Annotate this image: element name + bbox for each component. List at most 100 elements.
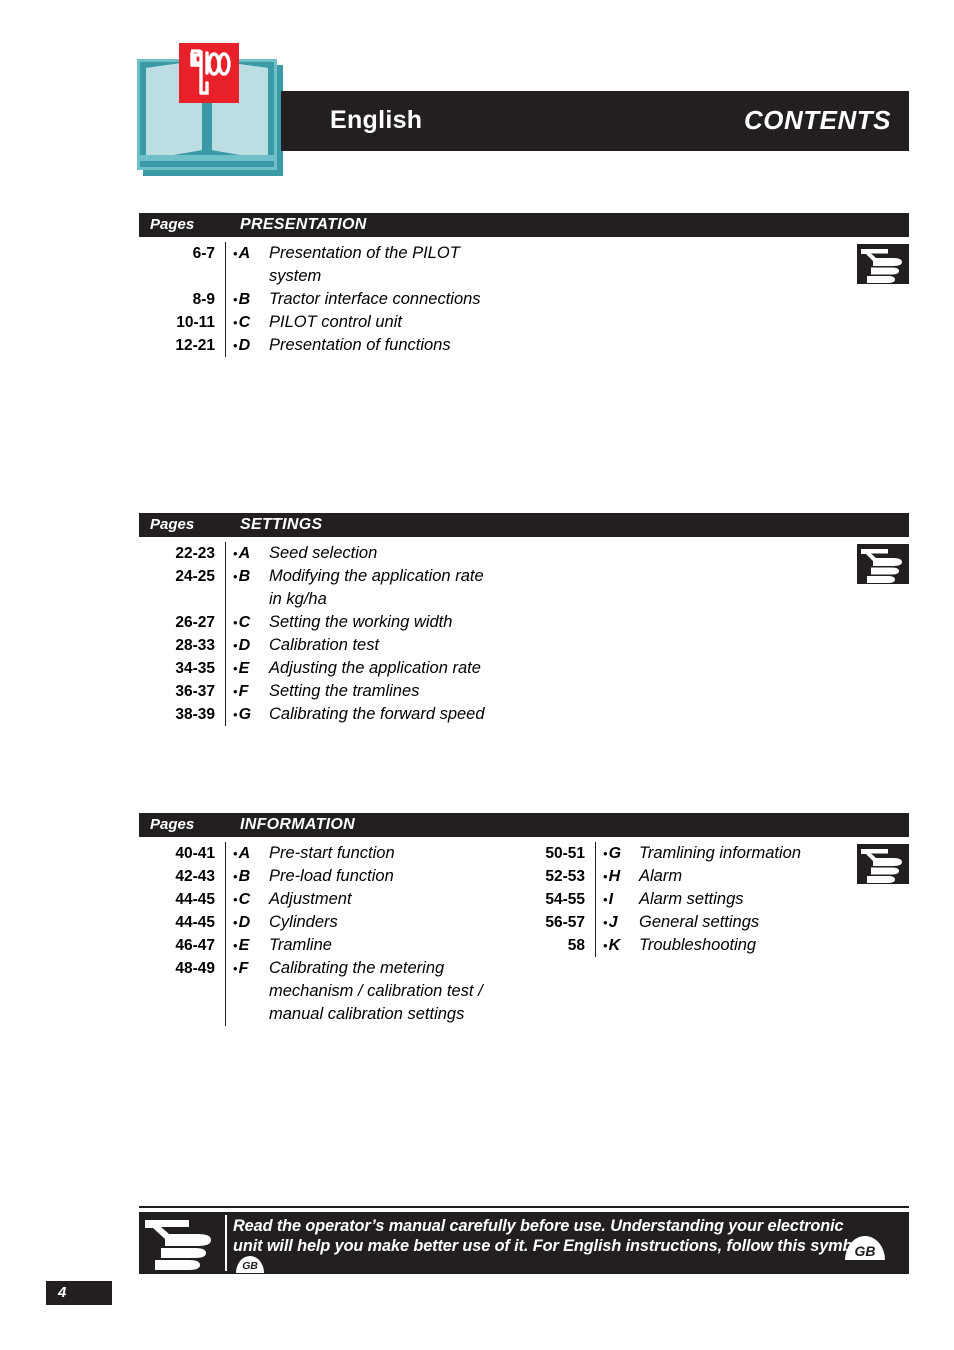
toc-row[interactable]: manual calibration settings <box>139 1003 519 1026</box>
toc-row[interactable]: 44-45 •D Cylinders <box>139 911 519 934</box>
toc-column: 6-7 •A Presentation of the PILOT system 8-9 •… <box>139 242 519 357</box>
toc-entry: •C Setting the working width <box>226 611 519 634</box>
toc-entry: •D Cylinders <box>226 911 519 934</box>
toc-entry: •B Modifying the application rate <box>226 565 519 588</box>
entry-bullet: • <box>233 292 238 307</box>
footer-notice-bar: Read the operator’s manual carefully bef… <box>139 1212 909 1274</box>
toc-columns: 6-7 •A Presentation of the PILOT system 8-9 •… <box>139 242 909 363</box>
toc-row[interactable]: in kg/ha <box>139 588 519 611</box>
entry-bullet: • <box>233 246 238 261</box>
toc-page-range: 6-7 <box>192 245 215 262</box>
toc-page-range: 44-45 <box>175 891 215 908</box>
toc-entry-text: system <box>269 267 322 285</box>
toc-entry-marker: •D <box>233 634 263 657</box>
toc-page-range: 54-55 <box>545 891 585 908</box>
toc-entry-marker: •C <box>233 311 263 334</box>
entry-letter: A <box>238 845 251 862</box>
toc-entry-marker: •H <box>603 865 633 888</box>
toc-page-range: 40-41 <box>175 845 215 862</box>
toc-row[interactable]: 42-43 •B Pre-load function <box>139 865 519 888</box>
toc-entry-marker: •A <box>233 842 263 865</box>
toc-row[interactable]: 54-55 •I Alarm settings <box>509 888 889 911</box>
toc-page-range: 44-45 <box>175 914 215 931</box>
toc-entry-marker: •B <box>233 565 263 588</box>
toc-entry-text: Calibration test <box>269 636 380 654</box>
toc-row[interactable]: 22-23 •A Seed selection <box>139 542 519 565</box>
toc-page-range: 36-37 <box>175 683 215 700</box>
entry-letter: K <box>608 937 621 954</box>
toc-entry-text: manual calibration settings <box>269 1005 465 1023</box>
toc-row[interactable]: 40-41 •A Pre-start function <box>139 842 519 865</box>
toc-row[interactable]: mechanism / calibration test / <box>139 980 519 1003</box>
toc-row[interactable]: 6-7 •A Presentation of the PILOT <box>139 242 519 265</box>
toc-page-range: 34-35 <box>175 660 215 677</box>
toc-entry-marker <box>233 588 263 611</box>
toc-entry: in kg/ha <box>226 588 519 611</box>
toc-entry-text: Tramline <box>269 936 332 954</box>
toc-row[interactable]: 56-57 •J General settings <box>509 911 889 934</box>
toc-entry-marker: •F <box>233 957 263 980</box>
toc-row[interactable]: 50-51 •G Tramlining information <box>509 842 889 865</box>
entry-letter: G <box>608 845 622 862</box>
footer-icon-separator <box>225 1215 227 1271</box>
toc-entry-text: Tractor interface connections <box>269 290 481 308</box>
toc-entry: mechanism / calibration test / <box>226 980 519 1003</box>
page-header-bar: English CONTENTS <box>281 91 909 151</box>
toc-row[interactable]: 46-47 •E Tramline <box>139 934 519 957</box>
toc-row[interactable]: 8-9 •B Tractor interface connections <box>139 288 519 311</box>
entry-letter: A <box>238 245 251 262</box>
toc-page-range: 28-33 <box>175 637 215 654</box>
toc-page-range: 26-27 <box>175 614 215 631</box>
toc-page-range: 46-47 <box>175 937 215 954</box>
open-book-icon <box>137 43 283 176</box>
toc-entry: •J General settings <box>596 911 889 934</box>
toc-row[interactable]: 58 •K Troubleshooting <box>509 934 889 957</box>
toc-columns: 40-41 •A Pre-start function 42-43 •B Pre-load… <box>139 842 909 1032</box>
toc-entry-text: PILOT control unit <box>269 313 402 331</box>
toc-row[interactable]: 38-39 •G Calibrating the forward speed <box>139 703 519 726</box>
entry-letter: A <box>238 545 251 562</box>
toc-page-range: 10-11 <box>176 314 215 331</box>
toc-entry-text: Alarm settings <box>639 890 744 908</box>
toc-row[interactable]: 28-33 •D Calibration test <box>139 634 519 657</box>
toc-section: Pages PRESENTATION 6-7 •A Presentation of th… <box>139 213 909 363</box>
toc-entry: •A Pre-start function <box>226 842 519 865</box>
toc-section-header: Pages SETTINGS <box>139 513 909 537</box>
entry-letter: D <box>238 637 251 654</box>
toc-row[interactable]: 12-21 •D Presentation of functions <box>139 334 519 357</box>
toc-row[interactable]: 36-37 •F Setting the tramlines <box>139 680 519 703</box>
toc-row[interactable]: system <box>139 265 519 288</box>
toc-row[interactable]: 26-27 •C Setting the working width <box>139 611 519 634</box>
toc-entry: •G Calibrating the forward speed <box>226 703 519 726</box>
entry-letter: B <box>238 291 251 308</box>
entry-letter: B <box>238 868 251 885</box>
toc-entry-marker: •K <box>603 934 633 957</box>
toc-section: Pages SETTINGS 22-23 •A Seed selection 24-25 •… <box>139 513 909 732</box>
toc-column: 50-51 •G Tramlining information 52-53 •H Alar… <box>509 842 889 957</box>
toc-row[interactable]: 34-35 •E Adjusting the application rate <box>139 657 519 680</box>
toc-entry-marker: •B <box>233 288 263 311</box>
pages-column-label: Pages <box>150 516 195 533</box>
toc-row[interactable]: 48-49 •F Calibrating the metering <box>139 957 519 980</box>
entry-bullet: • <box>603 846 608 861</box>
toc-entry-marker: •J <box>603 911 633 934</box>
toc-row[interactable]: 44-45 •C Adjustment <box>139 888 519 911</box>
toc-entry-marker: •I <box>603 888 633 911</box>
entry-letter: C <box>238 891 251 908</box>
entry-letter: B <box>238 568 251 585</box>
toc-entry-marker: •D <box>233 911 263 934</box>
entry-bullet: • <box>603 915 608 930</box>
toc-entry-marker: •G <box>603 842 633 865</box>
toc-entry: •B Tractor interface connections <box>226 288 519 311</box>
entry-bullet: • <box>233 638 238 653</box>
entry-letter: H <box>608 868 621 885</box>
toc-entry-text: Cylinders <box>269 913 338 931</box>
toc-row[interactable]: 52-53 •H Alarm <box>509 865 889 888</box>
toc-row[interactable]: 24-25 •B Modifying the application rate <box>139 565 519 588</box>
pointing-hand-icon <box>139 1212 223 1274</box>
entry-bullet: • <box>233 661 238 676</box>
toc-page-range: 52-53 <box>545 868 585 885</box>
toc-page-range: 56-57 <box>545 914 585 931</box>
toc-row[interactable]: 10-11 •C PILOT control unit <box>139 311 519 334</box>
toc-section: Pages INFORMATION 40-41 •A Pre-start functio… <box>139 813 909 1032</box>
